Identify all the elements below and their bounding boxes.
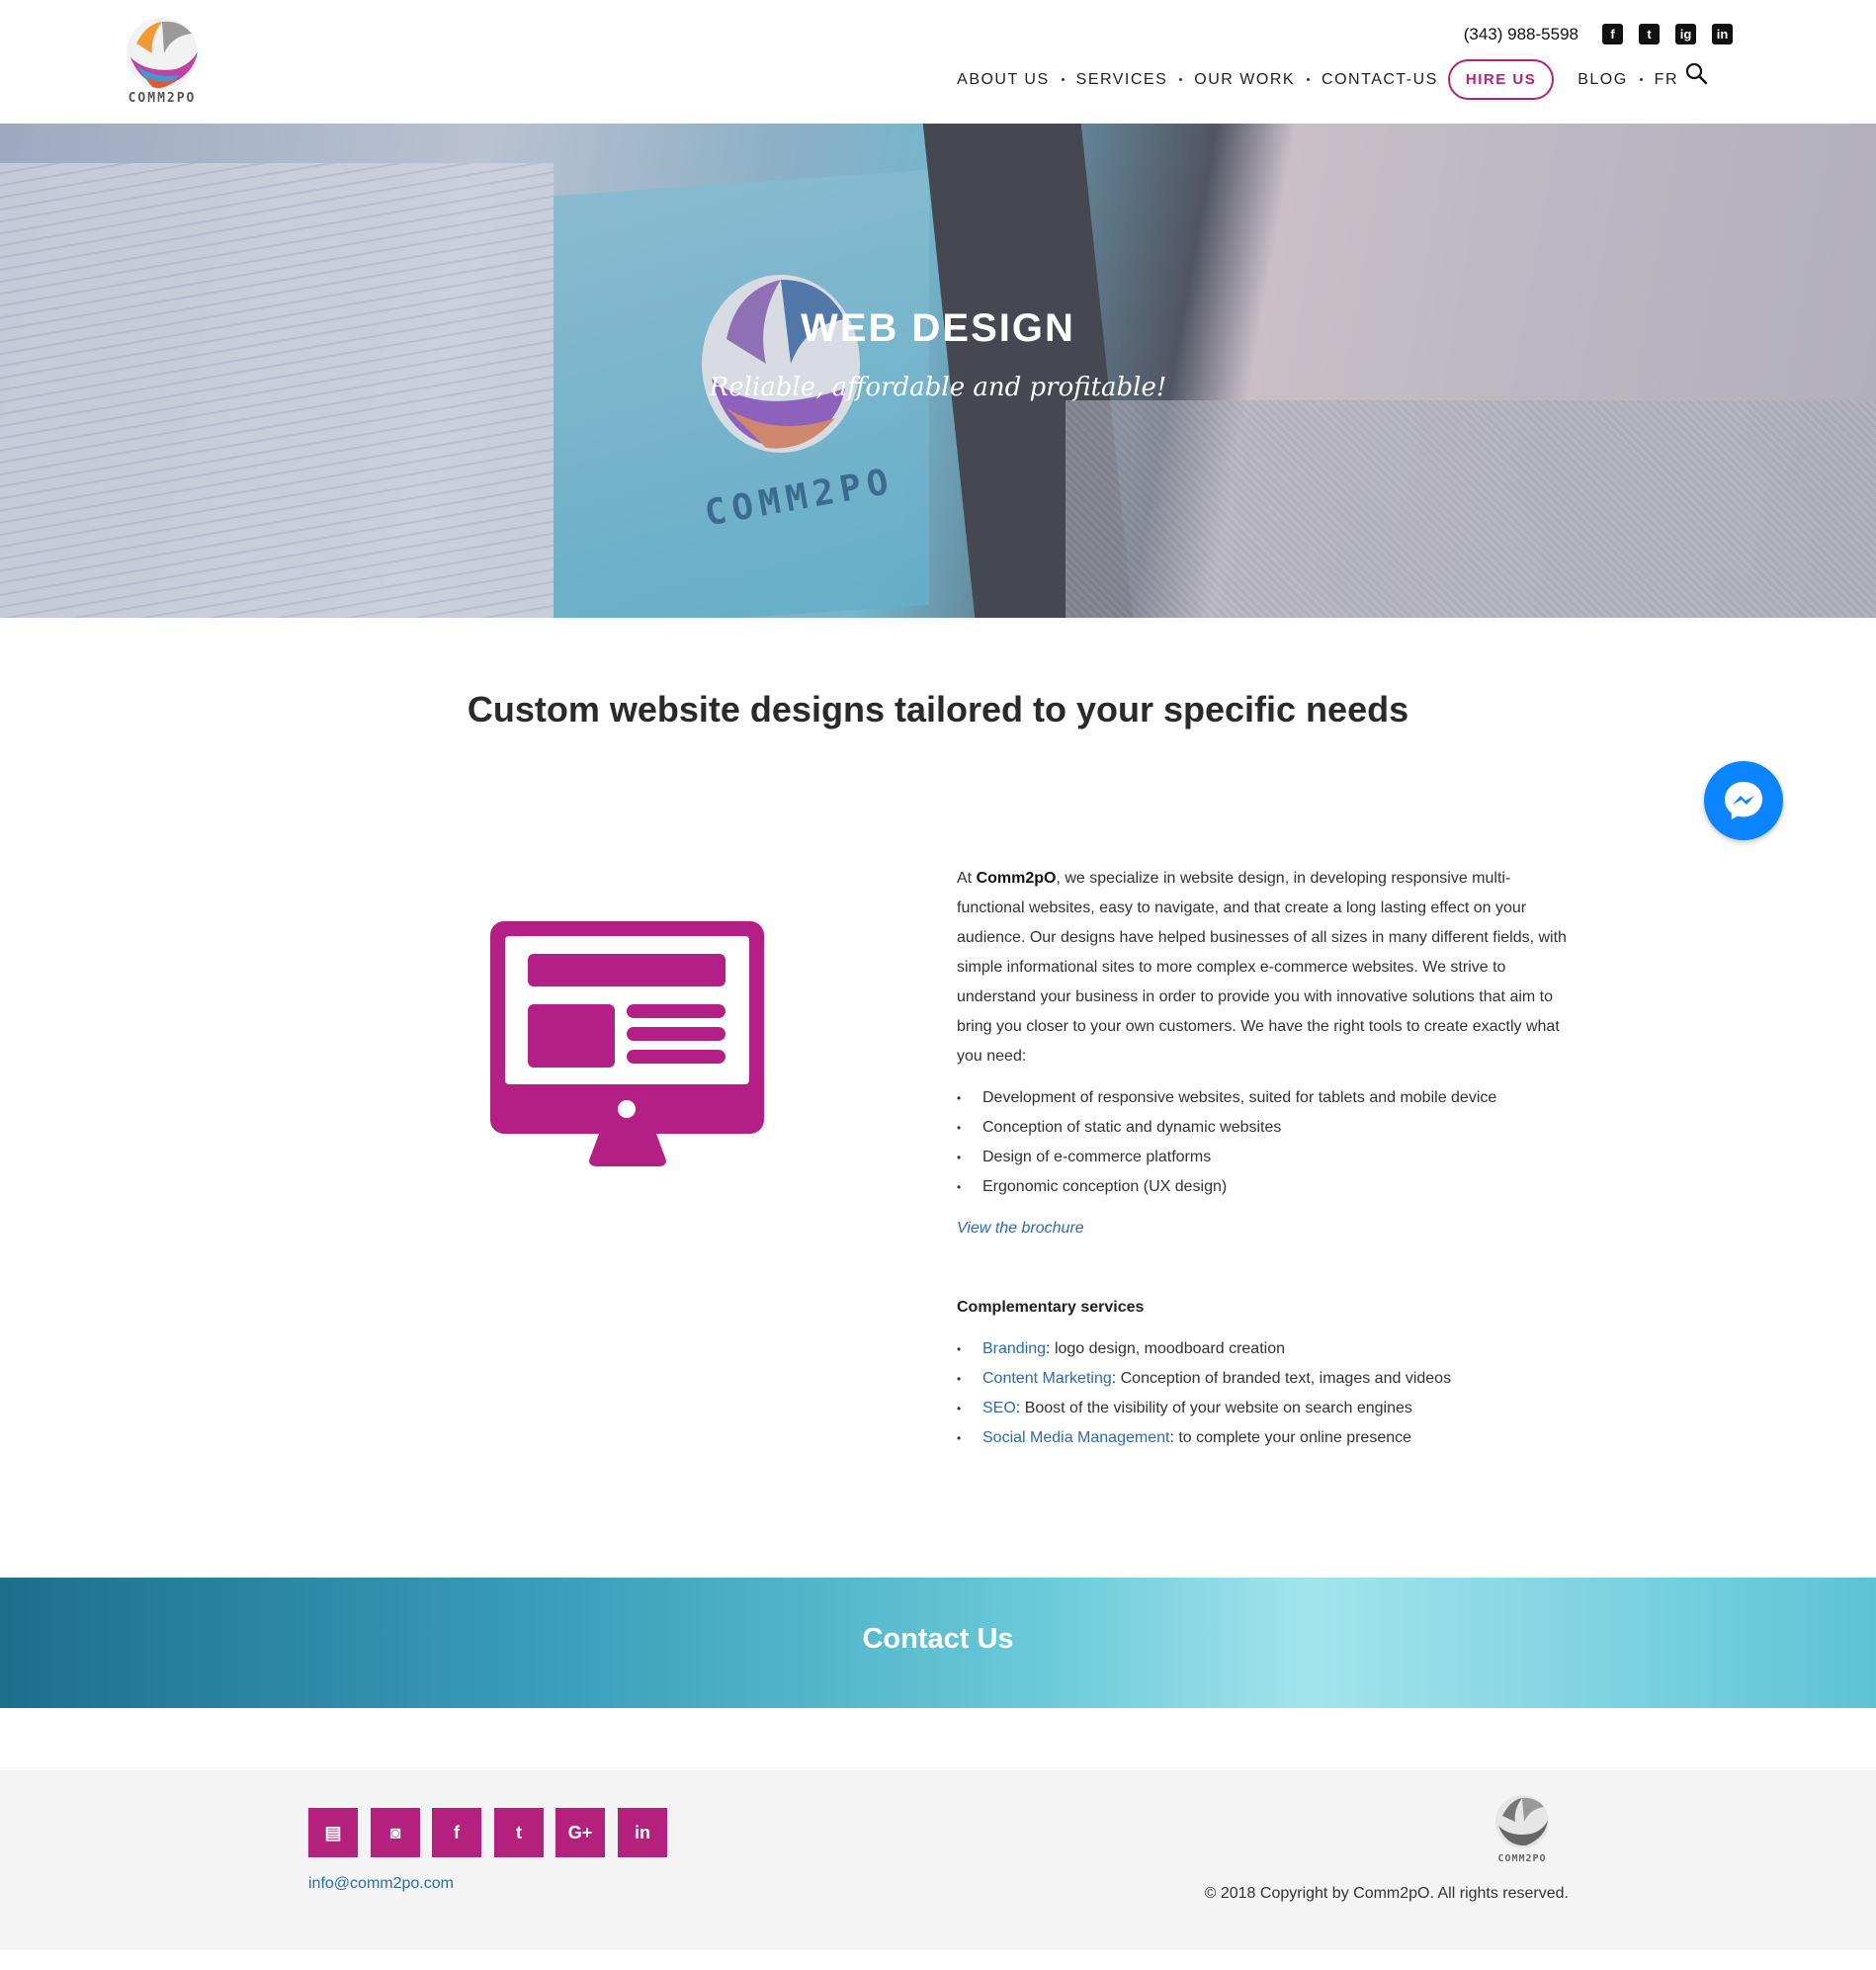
nav-separator [1639, 78, 1643, 81]
google-plus-icon[interactable]: G+ [555, 1808, 605, 1857]
facebook-icon[interactable]: f [432, 1808, 481, 1857]
list-item: Branding: logo design, moodboard creatio… [957, 1334, 1570, 1364]
facebook-icon[interactable]: f [1602, 24, 1623, 44]
list-item: Design of e-commerce platforms [957, 1143, 1570, 1172]
social-media-management-link[interactable]: Social Media Management [982, 1429, 1169, 1446]
linkedin-icon[interactable]: in [1712, 24, 1733, 44]
twitter-icon[interactable]: t [1639, 24, 1660, 44]
nav-contact-us[interactable]: CONTACT-US [1322, 71, 1438, 89]
footer-logo-wordmark: COMM2PO [1497, 1853, 1547, 1864]
complementary-services-title: Complementary services [957, 1299, 1145, 1316]
view-brochure-link[interactable]: View the brochure [957, 1214, 1570, 1243]
hero-banner: COMM2PO WEB DESIGN Reliable, affordable … [0, 124, 1876, 618]
nav-blog[interactable]: BLOG [1578, 71, 1654, 89]
nav-our-work[interactable]: OUR WORK [1194, 71, 1322, 89]
main-nav: ABOUT US SERVICES OUR WORK CONTACT-US HI… [957, 59, 1678, 100]
nav-separator [1179, 78, 1183, 81]
linkedin-icon[interactable]: in [618, 1808, 667, 1857]
list-item: SEO: Boost of the visibility of your web… [957, 1394, 1570, 1423]
messenger-chat-button[interactable] [1704, 761, 1783, 840]
service-text: : logo design, moodboard creation [1046, 1340, 1285, 1357]
list-item: Ergonomic conception (UX design) [957, 1172, 1570, 1202]
footer-logo[interactable]: COMM2PO [1481, 1792, 1564, 1867]
nav-label: CONTACT-US [1322, 70, 1438, 88]
service-text: : Conception of branded text, images and… [1111, 1370, 1452, 1387]
intro-text: , we specialize in website design, in de… [957, 870, 1567, 1065]
search-icon[interactable] [1684, 61, 1708, 85]
logo-wordmark: COMM2PO [128, 91, 197, 106]
logo-globe-icon [127, 18, 198, 89]
site-header: COMM2PO (343) 988-5598 f t ig in ABOUT U… [0, 0, 1876, 124]
contact-us-title[interactable]: Contact Us [0, 1623, 1876, 1656]
site-logo[interactable]: COMM2PO [107, 14, 217, 108]
complementary-services-list: Branding: logo design, moodboard creatio… [957, 1334, 1570, 1453]
service-text: : to complete your online presence [1169, 1429, 1412, 1446]
nav-services[interactable]: SERVICES [1076, 71, 1195, 89]
hero-title: WEB DESIGN [801, 306, 1075, 350]
instagram-icon[interactable]: ig [1675, 24, 1696, 44]
messenger-icon [1725, 782, 1762, 819]
nav-separator [1307, 78, 1311, 81]
hero-overlay [0, 124, 1876, 618]
content-marketing-link[interactable]: Content Marketing [982, 1370, 1112, 1387]
nav-about-us[interactable]: ABOUT US [957, 71, 1076, 89]
nav-label: BLOG [1578, 70, 1628, 88]
footer-logo-globe-icon [1495, 1795, 1549, 1848]
newsletter-icon[interactable]: ▤ [308, 1808, 358, 1857]
contact-us-band[interactable]: Contact Us [0, 1578, 1876, 1708]
top-contact-bar: (343) 988-5598 f t ig in [1464, 24, 1733, 44]
nav-language-fr[interactable]: FR [1655, 71, 1678, 89]
service-description: At Comm2pO, we specialize in website des… [957, 864, 1570, 1453]
hero-subtitle: Reliable, affordable and profitable! [709, 373, 1167, 402]
phone-number[interactable]: (343) 988-5598 [1464, 25, 1578, 44]
branding-link[interactable]: Branding [982, 1340, 1046, 1357]
intro-prefix: At [957, 870, 977, 887]
features-list: Development of responsive websites, suit… [957, 1083, 1570, 1202]
site-footer: ▤ ◙ f t G+ in info@comm2po.com COMM2PO ©… [0, 1770, 1876, 1950]
intro-paragraph: At Comm2pO, we specialize in website des… [957, 864, 1570, 1071]
contact-email-link[interactable]: info@comm2po.com [308, 1875, 454, 1893]
seo-link[interactable]: SEO [982, 1400, 1016, 1416]
desktop-monitor-icon [490, 921, 764, 1166]
hire-us-button[interactable]: HIRE US [1447, 59, 1555, 100]
section-heading: Custom website designs tailored to your … [467, 689, 1409, 729]
nav-label: SERVICES [1075, 70, 1168, 88]
list-item: Development of responsive websites, suit… [957, 1083, 1570, 1113]
copyright-text: © 2018 Copyright by Comm2pO. All rights … [1204, 1885, 1569, 1902]
nav-separator [1061, 78, 1065, 81]
nav-label: ABOUT US [957, 70, 1050, 88]
service-text: : Boost of the visibility of your websit… [1015, 1400, 1412, 1416]
twitter-icon[interactable]: t [494, 1808, 544, 1857]
nav-label: FR [1654, 70, 1678, 88]
instagram-icon[interactable]: ◙ [371, 1808, 420, 1857]
nav-label: OUR WORK [1194, 70, 1296, 88]
list-item: Conception of static and dynamic website… [957, 1113, 1570, 1143]
list-item: Social Media Management: to complete you… [957, 1423, 1570, 1453]
list-item: Content Marketing: Conception of branded… [957, 1364, 1570, 1394]
brand-name: Comm2pO [976, 870, 1057, 887]
